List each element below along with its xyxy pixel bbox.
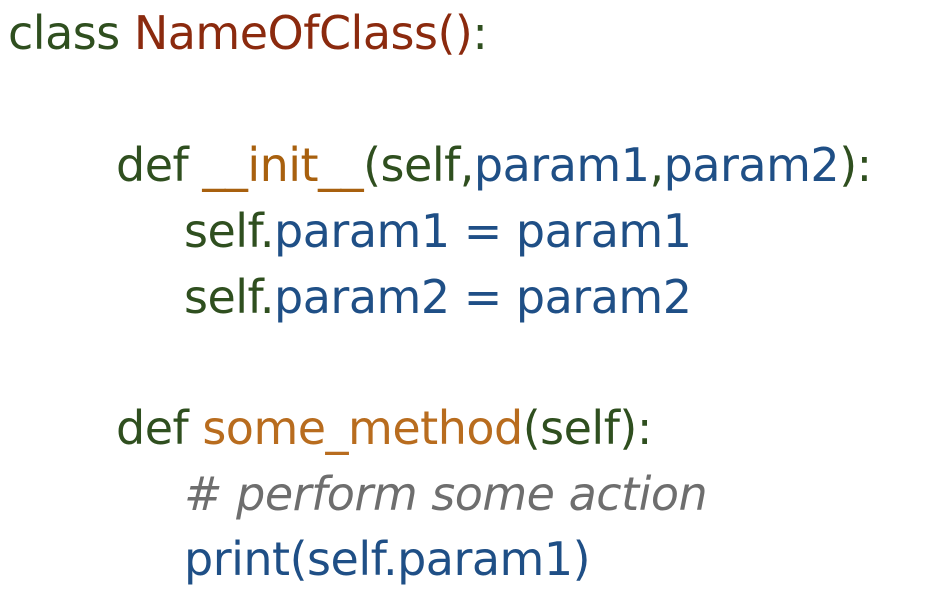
colon: : — [856, 138, 873, 192]
close-paren: ) — [839, 138, 857, 192]
code-line-assign-param2: self.param2 = param2 — [184, 274, 692, 320]
self-param: self — [540, 401, 620, 455]
code-line-assign-param1: self.param1 = param1 — [184, 208, 692, 254]
self-reference: self. — [184, 270, 275, 324]
self-reference: self. — [184, 204, 275, 258]
code-line-comment: # perform some action — [184, 467, 708, 521]
attribute-param1: param1 — [274, 204, 450, 258]
class-name: NameOfClass — [133, 6, 438, 60]
keyword-class: class — [8, 6, 120, 60]
close-paren: ) — [619, 401, 637, 455]
value-param1: param1 — [515, 204, 692, 258]
value-param2: param2 — [515, 270, 692, 324]
code-line-class-definition: class NameOfClass(): — [8, 10, 488, 56]
close-paren: ) — [572, 532, 591, 586]
keyword-def: def — [116, 138, 189, 192]
open-paren: ( — [289, 532, 308, 586]
method-name: some_method — [202, 401, 523, 455]
param2-arg: param2 — [663, 138, 840, 192]
param1-arg: param1 — [473, 138, 650, 192]
code-line-init-definition: def __init__(self,param1,param2): — [116, 142, 872, 188]
init-method-name: __init__ — [202, 138, 364, 192]
colon: : — [636, 401, 653, 455]
print-argument: self.param1 — [307, 532, 573, 586]
code-snippet: class NameOfClass(): def __init__(self,p… — [0, 0, 938, 593]
class-parentheses: () — [437, 6, 473, 60]
open-paren: ( — [363, 138, 381, 192]
attribute-param2: param2 — [274, 270, 450, 324]
print-function: print — [184, 532, 290, 586]
assign-operator: = — [449, 204, 516, 258]
self-param: self — [380, 138, 461, 192]
comma: , — [649, 138, 665, 192]
code-line-method-definition: def some_method(self): — [116, 405, 652, 451]
keyword-def: def — [116, 401, 189, 455]
assign-operator: = — [449, 270, 516, 324]
colon: : — [472, 6, 488, 60]
comma: , — [459, 138, 475, 192]
code-line-print-call: print(self.param1) — [184, 536, 591, 582]
open-paren: ( — [522, 401, 541, 455]
